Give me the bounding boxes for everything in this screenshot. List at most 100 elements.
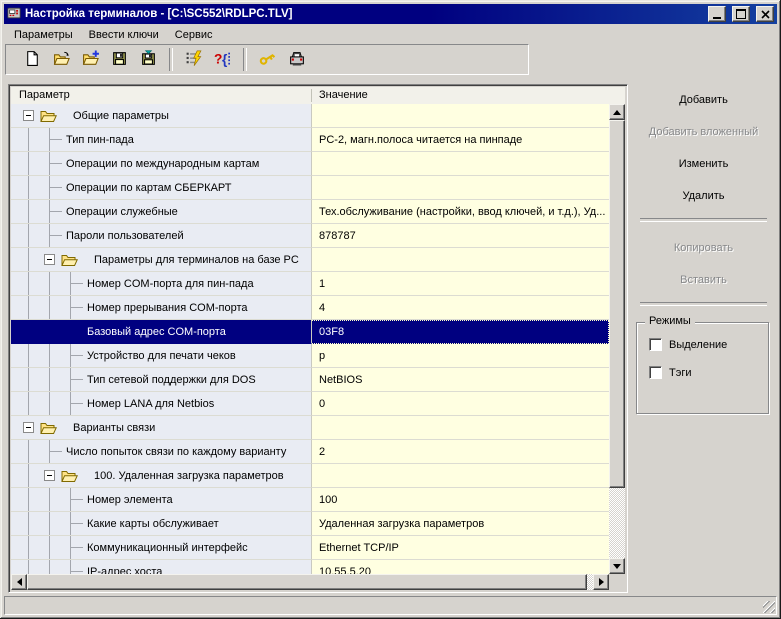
open-file-button[interactable] — [47, 47, 76, 73]
value-cell: 878787 — [311, 224, 609, 248]
table-row[interactable]: Варианты связи — [11, 416, 609, 440]
tree-guide-line — [49, 560, 50, 574]
value-cell: Ethernet TCP/IP — [311, 536, 609, 560]
horizontal-scrollbar[interactable] — [11, 574, 609, 590]
table-row[interactable]: Общие параметры — [11, 104, 609, 128]
tree-guide-line — [49, 512, 50, 535]
parameter-cell: Базовый адрес COM-порта — [11, 320, 311, 344]
key-button[interactable] — [253, 47, 282, 73]
tree-guide-line — [28, 344, 29, 367]
table-row[interactable]: IP-адрес хоста 10.55.5.20 — [11, 560, 609, 574]
checkbox-1[interactable] — [649, 366, 662, 379]
parameter-label: Варианты связи — [73, 421, 156, 434]
scroll-up-button[interactable] — [609, 104, 625, 120]
app-icon — [7, 6, 21, 23]
table-row[interactable]: Базовый адрес COM-порта 03F8 — [11, 320, 609, 344]
parameter-cell: Номер LANA для Netbios — [11, 392, 311, 416]
tree-guide-line — [49, 536, 50, 559]
parameter-cell: Параметры для терминалов на базе PC — [11, 248, 311, 272]
tree-guide-line — [28, 464, 29, 487]
new-document-button[interactable] — [18, 47, 47, 73]
menu-item-0[interactable]: Параметры — [6, 27, 81, 43]
window-title: Настройка терминалов - [C:\SC552\RDLPC.T… — [25, 8, 293, 20]
terminal-printer-button[interactable] — [282, 47, 311, 73]
value-cell: 2 — [311, 440, 609, 464]
action-button-3[interactable]: Удалить — [636, 186, 771, 206]
resize-grip[interactable] — [763, 601, 775, 613]
menu-item-1[interactable]: Ввести ключи — [81, 27, 167, 43]
tree-guide-line — [49, 344, 50, 367]
table-row[interactable]: Тип пин-пада PC-2, магн.полоса читается н… — [11, 128, 609, 152]
table-row[interactable]: Номер элемента 100 — [11, 488, 609, 512]
value-cell: NetBIOS — [311, 368, 609, 392]
table-row[interactable]: Тип сетевой поддержки для DOS NetBIOS — [11, 368, 609, 392]
tree-branch-tick — [49, 139, 62, 140]
parameter-cell: Операции по международным картам — [11, 152, 311, 176]
parameter-label: Номер элемента — [87, 493, 173, 506]
validate-lightning-icon — [185, 50, 203, 70]
parameter-label: Операции по международным картам — [66, 157, 260, 170]
action-button-0[interactable]: Добавить — [636, 90, 771, 110]
parameter-cell: Число попыток связи по каждому варианту — [11, 440, 311, 464]
title-bar[interactable]: Настройка терминалов - [C:\SC552\RDLPC.T… — [4, 4, 777, 24]
parameter-label: Общие параметры — [73, 109, 169, 122]
table-row[interactable]: Какие карты обслуживает Удаленная загрузк… — [11, 512, 609, 536]
horizontal-scroll-thumb[interactable] — [27, 574, 587, 590]
close-button[interactable] — [756, 6, 774, 22]
parameter-label: Параметры для терминалов на базе PC — [94, 253, 299, 266]
menu-item-2[interactable]: Сервис — [167, 27, 221, 43]
panel-separator — [640, 218, 767, 222]
tree-branch-tick — [70, 571, 83, 572]
table-row[interactable]: Номер LANA для Netbios 0 — [11, 392, 609, 416]
parameter-label: Операции по картам СБЕРКАРТ — [66, 181, 232, 194]
value-cell: Удаленная загрузка параметров — [311, 512, 609, 536]
table-row[interactable]: Число попыток связи по каждому варианту 2 — [11, 440, 609, 464]
terminal-printer-icon — [288, 50, 306, 70]
tree-branch-tick — [70, 379, 83, 380]
table-row[interactable]: Пароли пользователей 878787 — [11, 224, 609, 248]
save-button[interactable] — [105, 47, 134, 73]
scroll-right-button[interactable] — [593, 574, 609, 590]
tree-rows: Общие параметры Тип пин-пада PC-2, магн.по… — [11, 104, 609, 574]
table-row[interactable]: Номер прерывания COM-порта 4 — [11, 296, 609, 320]
scroll-down-button[interactable] — [609, 558, 625, 574]
modes-groupbox: Режимы Выделение Тэги — [636, 315, 769, 414]
table-row[interactable]: Устройство для печати чеков p — [11, 344, 609, 368]
table-row[interactable]: Коммуникационный интерфейс Ethernet TCP/I… — [11, 536, 609, 560]
vertical-scrollbar[interactable] — [609, 104, 625, 574]
scroll-left-button[interactable] — [11, 574, 27, 590]
new-document-icon — [24, 50, 41, 70]
tree-branch-tick — [70, 307, 83, 308]
open-add-button[interactable] — [76, 47, 105, 73]
table-header[interactable]: Параметр Значение — [11, 87, 625, 105]
value-cell — [311, 464, 609, 488]
maximize-icon — [736, 9, 746, 19]
save-all-button[interactable] — [134, 47, 163, 73]
vertical-scroll-thumb[interactable] — [609, 120, 625, 488]
table-row[interactable]: Операции служебные Тех.обслуживание (наст… — [11, 200, 609, 224]
maximize-button[interactable] — [732, 6, 750, 22]
action-button-2[interactable]: Изменить — [636, 154, 771, 174]
column-header-value[interactable]: Значение — [319, 89, 368, 101]
open-folder-icon — [40, 109, 57, 126]
table-row[interactable]: Параметры для терминалов на базе PC — [11, 248, 609, 272]
column-header-parameter[interactable]: Параметр — [19, 89, 70, 101]
validate-lightning-button[interactable] — [179, 47, 208, 73]
table-row[interactable]: Операции по картам СБЕРКАРТ — [11, 176, 609, 200]
minimize-button[interactable] — [708, 6, 726, 22]
help-syntax-button[interactable]: ?{ — [208, 47, 237, 73]
column-divider[interactable] — [311, 89, 312, 102]
parameter-label: IP-адрес хоста — [87, 565, 163, 575]
collapse-toggle-icon[interactable] — [44, 470, 55, 481]
table-row[interactable]: Номер COM-порта для пин-пада 1 — [11, 272, 609, 296]
table-row[interactable]: 100. Удаленная загрузка параметров — [11, 464, 609, 488]
checkbox-label-0: Выделение — [669, 338, 728, 351]
collapse-toggle-icon[interactable] — [23, 422, 34, 433]
value-cell — [311, 176, 609, 200]
collapse-toggle-icon[interactable] — [23, 110, 34, 121]
value-cell: 03F8 — [311, 320, 609, 344]
collapse-toggle-icon[interactable] — [44, 254, 55, 265]
table-row[interactable]: Операции по международным картам — [11, 152, 609, 176]
checkbox-0[interactable] — [649, 338, 662, 351]
parameter-cell: 100. Удаленная загрузка параметров — [11, 464, 311, 488]
